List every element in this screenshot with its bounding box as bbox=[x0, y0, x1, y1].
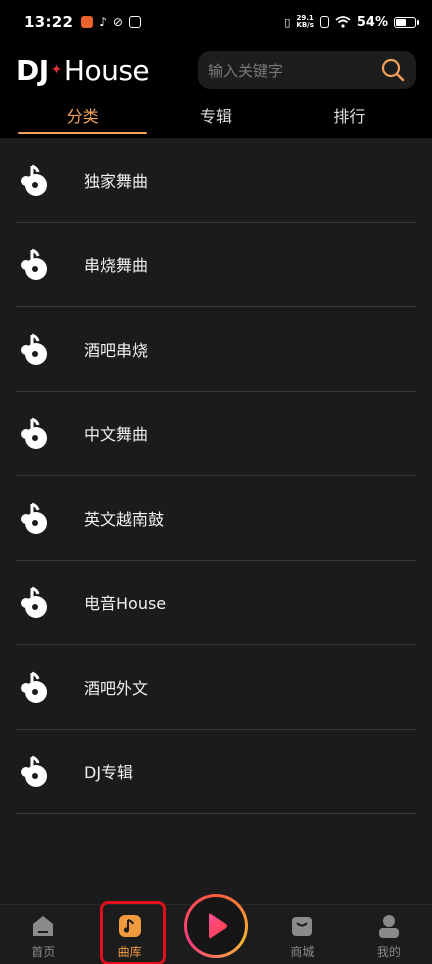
tiktok-icon: ♪ bbox=[99, 15, 107, 29]
net-speed-unit: KB/s bbox=[296, 21, 314, 29]
battery-icon bbox=[394, 16, 419, 28]
vibrate-icon: ▯ bbox=[284, 15, 291, 29]
music-library-icon bbox=[118, 915, 141, 937]
category-item[interactable]: 酒吧串烧 bbox=[16, 307, 416, 392]
nav-library-label: 曲库 bbox=[117, 945, 142, 959]
nav-home[interactable]: 首页 bbox=[0, 905, 86, 964]
category-label: DJ专辑 bbox=[84, 763, 134, 783]
nav-profile-label: 我的 bbox=[376, 945, 401, 959]
music-note-disc-icon bbox=[21, 333, 47, 365]
status-bar: 13:22 ♪ ⊘ ▯ 29.1 KB/s 54% bbox=[0, 0, 432, 44]
network-speed: 29.1 KB/s bbox=[296, 15, 313, 29]
music-note-disc-icon bbox=[21, 755, 47, 788]
search-icon[interactable] bbox=[380, 57, 406, 83]
home-icon bbox=[33, 916, 54, 936]
wifi-icon bbox=[335, 16, 351, 28]
category-item[interactable]: 电音House bbox=[16, 561, 416, 645]
nav-profile[interactable]: 我的 bbox=[346, 905, 432, 964]
play-button[interactable] bbox=[184, 894, 248, 958]
header: DJ ✦ House 输入关键字 bbox=[0, 44, 432, 96]
play-icon bbox=[209, 913, 227, 939]
nav-shop[interactable]: 商城 bbox=[259, 905, 345, 964]
music-note-disc-icon bbox=[21, 502, 47, 534]
category-item[interactable]: 独家舞曲 bbox=[16, 138, 416, 223]
tab-category[interactable]: 分类 bbox=[16, 100, 149, 136]
search-placeholder: 输入关键字 bbox=[208, 61, 284, 80]
category-list: 独家舞曲串烧舞曲酒吧串烧中文舞曲英文越南鼓电音House 酒吧外文 DJ专辑 bbox=[0, 138, 432, 904]
shopping-bag-icon bbox=[292, 917, 313, 936]
category-label: 串烧舞曲 bbox=[84, 256, 149, 276]
category-item[interactable]: DJ专辑 bbox=[16, 730, 416, 814]
status-right: ▯ 29.1 KB/s 54% bbox=[284, 14, 419, 30]
category-label: 独家舞曲 bbox=[84, 171, 149, 191]
user-icon bbox=[378, 915, 399, 938]
battery-percent: 54% bbox=[356, 14, 388, 30]
category-label: 酒吧外文 bbox=[84, 678, 149, 698]
nav-home-label: 首页 bbox=[31, 945, 56, 959]
notification-icons: ♪ ⊘ bbox=[81, 15, 141, 29]
category-item[interactable]: 中文舞曲 bbox=[16, 392, 416, 476]
category-label: 酒吧串烧 bbox=[84, 340, 149, 360]
category-label: 中文舞曲 bbox=[84, 425, 149, 445]
app-logo: DJ ✦ House bbox=[16, 53, 150, 87]
nav-library[interactable]: 曲库 bbox=[86, 905, 172, 964]
category-label: 英文越南鼓 bbox=[84, 509, 165, 529]
sim-icon bbox=[319, 16, 329, 28]
cast-icon bbox=[128, 16, 141, 28]
app-notification-icon bbox=[81, 16, 94, 28]
logo-dj: DJ bbox=[16, 53, 49, 87]
music-note-disc-icon bbox=[21, 164, 47, 196]
status-time: 13:22 bbox=[24, 13, 74, 31]
category-tabs: 分类 专辑 排行 bbox=[16, 100, 416, 136]
music-note-disc-icon bbox=[21, 417, 47, 450]
logo-house: House bbox=[63, 53, 150, 87]
nav-shop-label: 商城 bbox=[290, 945, 315, 959]
music-note-disc-icon bbox=[21, 586, 47, 619]
music-note-disc-icon bbox=[21, 248, 47, 281]
tab-album[interactable]: 专辑 bbox=[149, 100, 282, 136]
category-item[interactable]: 酒吧外文 bbox=[16, 645, 416, 730]
battery-fill bbox=[396, 18, 406, 26]
category-item[interactable]: 串烧舞曲 bbox=[16, 223, 416, 307]
search-input[interactable]: 输入关键字 bbox=[198, 51, 416, 89]
category-label: 电音House bbox=[84, 594, 167, 614]
link-icon: ⊘ bbox=[112, 15, 123, 29]
tab-ranking[interactable]: 排行 bbox=[283, 100, 416, 136]
play-button-inner bbox=[187, 897, 245, 955]
music-note-disc-icon bbox=[21, 671, 47, 703]
category-item[interactable]: 英文越南鼓 bbox=[16, 476, 416, 561]
logo-spark-icon: ✦ bbox=[50, 62, 63, 78]
